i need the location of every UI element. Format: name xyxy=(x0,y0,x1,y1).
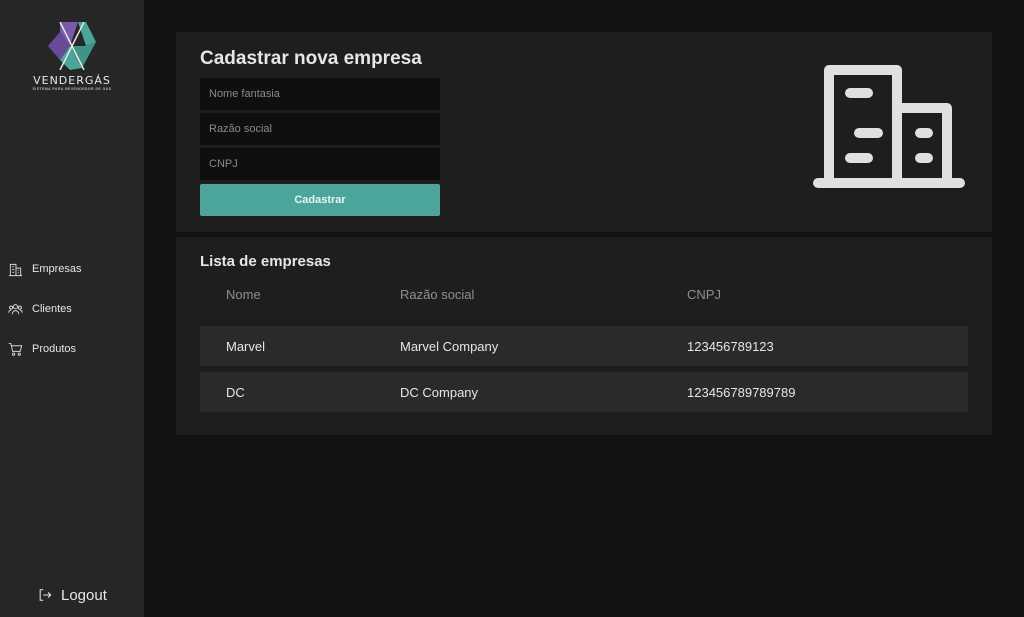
logout-button[interactable]: Logout xyxy=(38,584,107,606)
cell-razao-social: DC Company xyxy=(400,385,479,400)
new-company-form-card: Cadastrar nova empresa Cadastrar xyxy=(176,32,992,232)
column-header-cnpj: CNPJ xyxy=(687,287,721,302)
nome-fantasia-input[interactable] xyxy=(200,78,440,110)
cell-nome: DC xyxy=(226,385,245,400)
users-icon xyxy=(8,303,23,314)
column-header-razao-social: Razão social xyxy=(400,287,475,302)
sidebar-item-clientes[interactable]: Clientes xyxy=(8,299,72,319)
brand-tagline: SISTEMA PARA REVENDEDOR DE GÁS xyxy=(32,87,112,91)
column-header-nome: Nome xyxy=(226,287,261,302)
sidebar: VENDERGÁS SISTEMA PARA REVENDEDOR DE GÁS… xyxy=(0,0,144,617)
sidebar-item-empresas[interactable]: Empresas xyxy=(8,259,82,279)
logo-mark-icon xyxy=(48,22,96,70)
buildings-icon xyxy=(813,65,965,188)
table-row[interactable]: Marvel Marvel Company 123456789123 xyxy=(200,326,968,366)
cadastrar-button[interactable]: Cadastrar xyxy=(200,184,440,216)
logout-icon xyxy=(39,589,52,601)
list-title: Lista de empresas xyxy=(200,253,331,270)
cell-cnpj: 123456789789789 xyxy=(687,385,796,400)
razao-social-input[interactable] xyxy=(200,113,440,145)
cnpj-input[interactable] xyxy=(200,148,440,180)
table-row[interactable]: DC DC Company 123456789789789 xyxy=(200,372,968,412)
building-icon xyxy=(8,263,23,276)
cell-razao-social: Marvel Company xyxy=(400,339,499,354)
cell-nome: Marvel xyxy=(226,339,266,354)
brand-name: VENDERGÁS xyxy=(33,74,111,87)
cart-icon xyxy=(8,342,23,356)
cell-cnpj: 123456789123 xyxy=(687,339,774,354)
table-header: Nome Razão social CNPJ xyxy=(200,287,968,307)
sidebar-item-produtos[interactable]: Produtos xyxy=(8,339,76,359)
company-list-card: Lista de empresas Nome Razão social CNPJ… xyxy=(176,237,992,435)
sidebar-item-label: Empresas xyxy=(32,263,82,275)
logout-label: Logout xyxy=(61,586,107,604)
brand-logo: VENDERGÁS SISTEMA PARA REVENDEDOR DE GÁS xyxy=(18,22,126,94)
sidebar-item-label: Clientes xyxy=(32,303,72,315)
form-title: Cadastrar nova empresa xyxy=(200,48,422,69)
sidebar-item-label: Produtos xyxy=(32,343,77,355)
